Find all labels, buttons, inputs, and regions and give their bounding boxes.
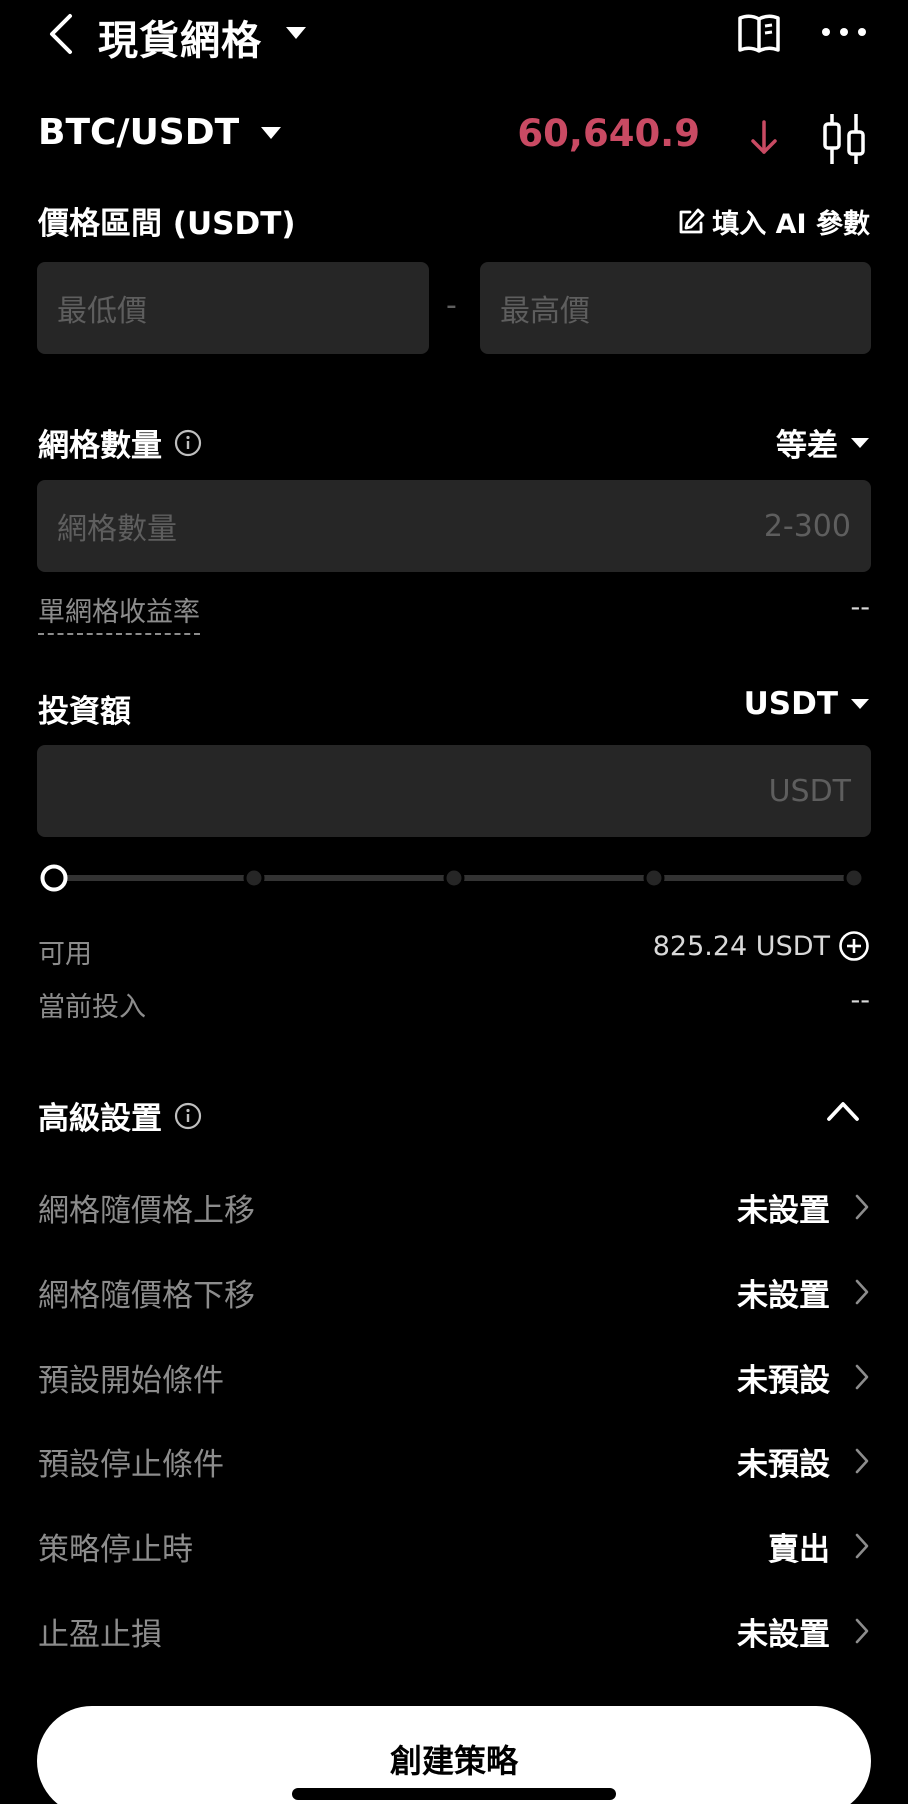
arrow-down-icon (751, 120, 777, 154)
grid-yield-value: -- (850, 592, 871, 623)
setting-value: 賣出 (768, 1531, 830, 1568)
setting-value: 未設置 (737, 1616, 830, 1653)
ai-fill-label: 填入 AI 參數 (712, 209, 870, 240)
available-balance: 825.24 USDT (653, 930, 870, 962)
caret-down-icon (261, 126, 282, 139)
info-icon[interactable] (174, 1102, 202, 1130)
slider-step-50 (443, 867, 465, 889)
chevron-right-icon (855, 1279, 869, 1305)
candlestick-chart-icon[interactable] (820, 112, 868, 166)
investment-currency-select[interactable]: USDT (744, 686, 870, 722)
caret-down-icon[interactable] (284, 24, 308, 42)
min-price-placeholder: 最低價 (57, 294, 147, 329)
add-circle-icon[interactable] (838, 930, 870, 962)
investment-label: 投資額 (38, 694, 131, 730)
setting-name: 預設停止條件 (38, 1446, 224, 1483)
min-price-input[interactable]: 最低價 (37, 262, 429, 354)
grid-yield-label[interactable]: 單網格收益率 (38, 590, 200, 635)
setting-value: 未設置 (737, 1277, 830, 1314)
setting-grid-move-up[interactable]: 網格隨價格上移 未設置 (38, 1179, 870, 1235)
advanced-settings-header: 高級設置 (38, 1093, 202, 1138)
grid-count-input[interactable]: 網格數量 2-300 (37, 480, 871, 572)
setting-on-stop-action[interactable]: 策略停止時 賣出 (38, 1518, 870, 1574)
pair-symbol: BTC/USDT (38, 112, 240, 153)
setting-name: 網格隨價格上移 (38, 1192, 255, 1229)
edit-icon (679, 208, 705, 233)
caret-down-icon (851, 699, 869, 709)
grid-mode-select[interactable]: 等差 (776, 420, 870, 465)
grid-count-placeholder: 網格數量 (57, 512, 177, 547)
investment-slider[interactable] (40, 862, 868, 894)
available-label: 可用 (38, 939, 92, 970)
grid-mode-value: 等差 (776, 428, 838, 464)
chevron-right-icon (855, 1364, 869, 1390)
top-bar: 現貨網格 (0, 0, 908, 66)
investment-amount-input[interactable]: USDT (37, 745, 871, 837)
page-title: 現貨網格 (98, 18, 262, 64)
range-separator: - (446, 288, 457, 323)
investment-unit-hint: USDT (768, 773, 851, 809)
slider-step-25 (243, 867, 265, 889)
setting-start-condition[interactable]: 預設開始條件 未預設 (38, 1349, 870, 1405)
setting-name: 策略停止時 (38, 1531, 193, 1568)
grid-count-label-group: 網格數量 (38, 420, 202, 465)
setting-take-profit-stop-loss[interactable]: 止盈止損 未設置 (38, 1603, 870, 1659)
setting-name: 預設開始條件 (38, 1362, 224, 1399)
chevron-right-icon (855, 1618, 869, 1644)
advanced-settings-label: 高級設置 (38, 1101, 162, 1137)
home-indicator (292, 1788, 616, 1800)
slider-thumb (40, 864, 68, 892)
last-price: 60,640.9 (517, 112, 700, 155)
current-investment-value: -- (850, 985, 871, 1016)
setting-name: 網格隨價格下移 (38, 1277, 255, 1314)
book-icon[interactable] (736, 10, 782, 56)
setting-grid-move-down[interactable]: 網格隨價格下移 未設置 (38, 1264, 870, 1320)
investment-currency-value: USDT (743, 686, 838, 722)
slider-step-100 (843, 867, 865, 889)
ai-fill-button[interactable]: 填入 AI 參數 (676, 202, 870, 241)
pair-selector[interactable]: BTC/USDT (38, 112, 283, 153)
chevron-right-icon (855, 1448, 869, 1474)
max-price-input[interactable]: 最高價 (480, 262, 871, 354)
available-value: 825.24 USDT (652, 930, 830, 962)
more-dots-icon[interactable] (818, 12, 870, 52)
chevron-right-icon (855, 1194, 869, 1220)
setting-value: 未預設 (737, 1362, 830, 1399)
price-range-label: 價格區間 (USDT) (38, 206, 296, 242)
chevron-left-icon[interactable] (44, 12, 80, 56)
setting-stop-condition[interactable]: 預設停止條件 未預設 (38, 1433, 870, 1489)
chevron-right-icon (855, 1533, 869, 1559)
info-icon[interactable] (174, 429, 202, 457)
max-price-placeholder: 最高價 (500, 294, 590, 329)
current-investment-label: 當前投入 (38, 992, 146, 1023)
caret-down-icon (851, 437, 869, 448)
chevron-up-icon[interactable] (826, 1098, 860, 1124)
slider-step-75 (643, 867, 665, 889)
setting-value: 未預設 (737, 1446, 830, 1483)
grid-count-range-hint: 2-300 (763, 508, 851, 544)
grid-count-label: 網格數量 (38, 428, 162, 464)
setting-name: 止盈止損 (38, 1616, 162, 1653)
setting-value: 未設置 (737, 1192, 830, 1229)
